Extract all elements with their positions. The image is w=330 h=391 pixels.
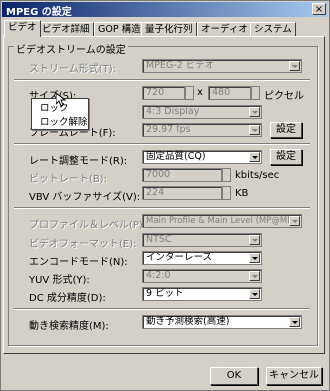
tab-system[interactable]: システム <box>250 22 296 36</box>
separator <box>14 143 310 145</box>
height-spinner[interactable] <box>251 86 260 100</box>
frame-rate-value: 29.97 fps <box>146 124 191 135</box>
menu-item-unlock[interactable]: ロック解除 <box>32 113 88 128</box>
close-button[interactable]: × <box>312 3 326 15</box>
profile-label: プロファイル＆レベル(P): <box>29 220 147 231</box>
settings-button-frame[interactable]: 設定 <box>270 122 302 138</box>
dc-value: 9 ビット <box>146 288 184 299</box>
encode-mode-label: エンコードモード(N): <box>29 257 128 268</box>
chevron-down-icon <box>249 107 260 117</box>
video-format-value: NTSC <box>146 234 172 245</box>
vbv-spinner[interactable] <box>222 186 231 200</box>
tab-video-detail[interactable]: ビデオ詳細 <box>38 22 94 36</box>
chevron-down-icon <box>249 271 260 281</box>
motion-select[interactable]: 動き予測検索(高速) <box>142 315 302 329</box>
bitrate-label: ビットレート(B): <box>29 174 108 185</box>
settings-button-rate[interactable]: 設定 <box>270 149 302 165</box>
tab-video[interactable]: ビデオ <box>4 20 41 37</box>
chevron-down-icon <box>249 152 260 162</box>
stream-format-label: ストリーム形式(T): <box>29 64 116 75</box>
rate-mode-value: 固定品質(CQ) <box>146 151 206 162</box>
motion-label: 動き検索精度(M): <box>29 321 109 332</box>
profile-value: Main Profile & Main Level (MP@ML) <box>146 216 296 226</box>
video-format-select[interactable]: NTSC <box>142 233 262 247</box>
separator <box>14 308 310 310</box>
dc-label: DC 成分精度(D): <box>29 293 106 304</box>
size-times: x <box>197 87 203 98</box>
vbv-field[interactable]: 224 <box>142 186 222 200</box>
chevron-down-icon <box>249 289 260 299</box>
chevron-down-icon <box>249 125 260 135</box>
yuv-select[interactable]: 4:2:0 <box>142 269 262 283</box>
ok-button[interactable]: OK <box>210 367 258 385</box>
vbv-label: VBV バッファサイズ(V): <box>29 192 141 203</box>
height-field[interactable]: 480 <box>208 86 251 100</box>
encode-mode-value: インターレース <box>146 252 213 263</box>
tab-gop[interactable]: GOP 構造 <box>94 22 145 36</box>
stream-format-select[interactable]: MPEG-2 ビデオ <box>142 59 302 73</box>
size-unit: ピクセル <box>264 91 304 102</box>
window-title: MPEG の設定 <box>6 7 72 18</box>
yuv-label: YUV 形式(Y): <box>29 275 90 286</box>
chevron-down-icon <box>249 235 260 245</box>
yuv-value: 4:2:0 <box>146 270 171 281</box>
tab-audio[interactable]: オーディオ <box>197 22 252 36</box>
separator <box>14 79 310 81</box>
chevron-down-icon <box>289 317 300 327</box>
group-title: ビデオストリームの設定 <box>14 41 128 56</box>
motion-value: 動き予測検索(高速) <box>146 316 230 327</box>
separator <box>14 207 310 209</box>
mouse-cursor-icon <box>56 93 66 107</box>
width-spinner[interactable] <box>185 86 194 100</box>
chevron-down-icon <box>289 216 300 226</box>
aspect-select[interactable]: 4:3 Display <box>142 105 262 119</box>
cancel-button[interactable]: キャンセル <box>266 367 322 385</box>
rate-mode-label: レート調整モード(R): <box>29 156 128 167</box>
bitrate-field[interactable]: 7000 <box>142 168 222 182</box>
video-format-label: ビデオフォーマット(E): <box>29 239 137 250</box>
chevron-down-icon <box>289 61 300 71</box>
title-bar[interactable]: MPEG の設定 × <box>2 2 328 18</box>
frame-rate-select[interactable]: 29.97 fps <box>142 123 262 137</box>
aspect-value: 4:3 Display <box>146 106 200 117</box>
rate-mode-select[interactable]: 固定品質(CQ) <box>142 150 262 164</box>
tab-quant-matrix[interactable]: 量子化行列 <box>141 22 197 36</box>
dc-select[interactable]: 9 ビット <box>142 287 262 301</box>
encode-mode-select[interactable]: インターレース <box>142 251 262 265</box>
stream-format-value: MPEG-2 ビデオ <box>146 60 215 71</box>
bitrate-spinner[interactable] <box>222 168 231 182</box>
bitrate-unit: kbits/sec <box>235 170 280 181</box>
profile-select[interactable]: Main Profile & Main Level (MP@ML) <box>142 214 302 228</box>
width-field[interactable]: 720 <box>142 86 185 100</box>
chevron-down-icon <box>249 253 260 263</box>
vbv-unit: KB <box>235 188 249 199</box>
